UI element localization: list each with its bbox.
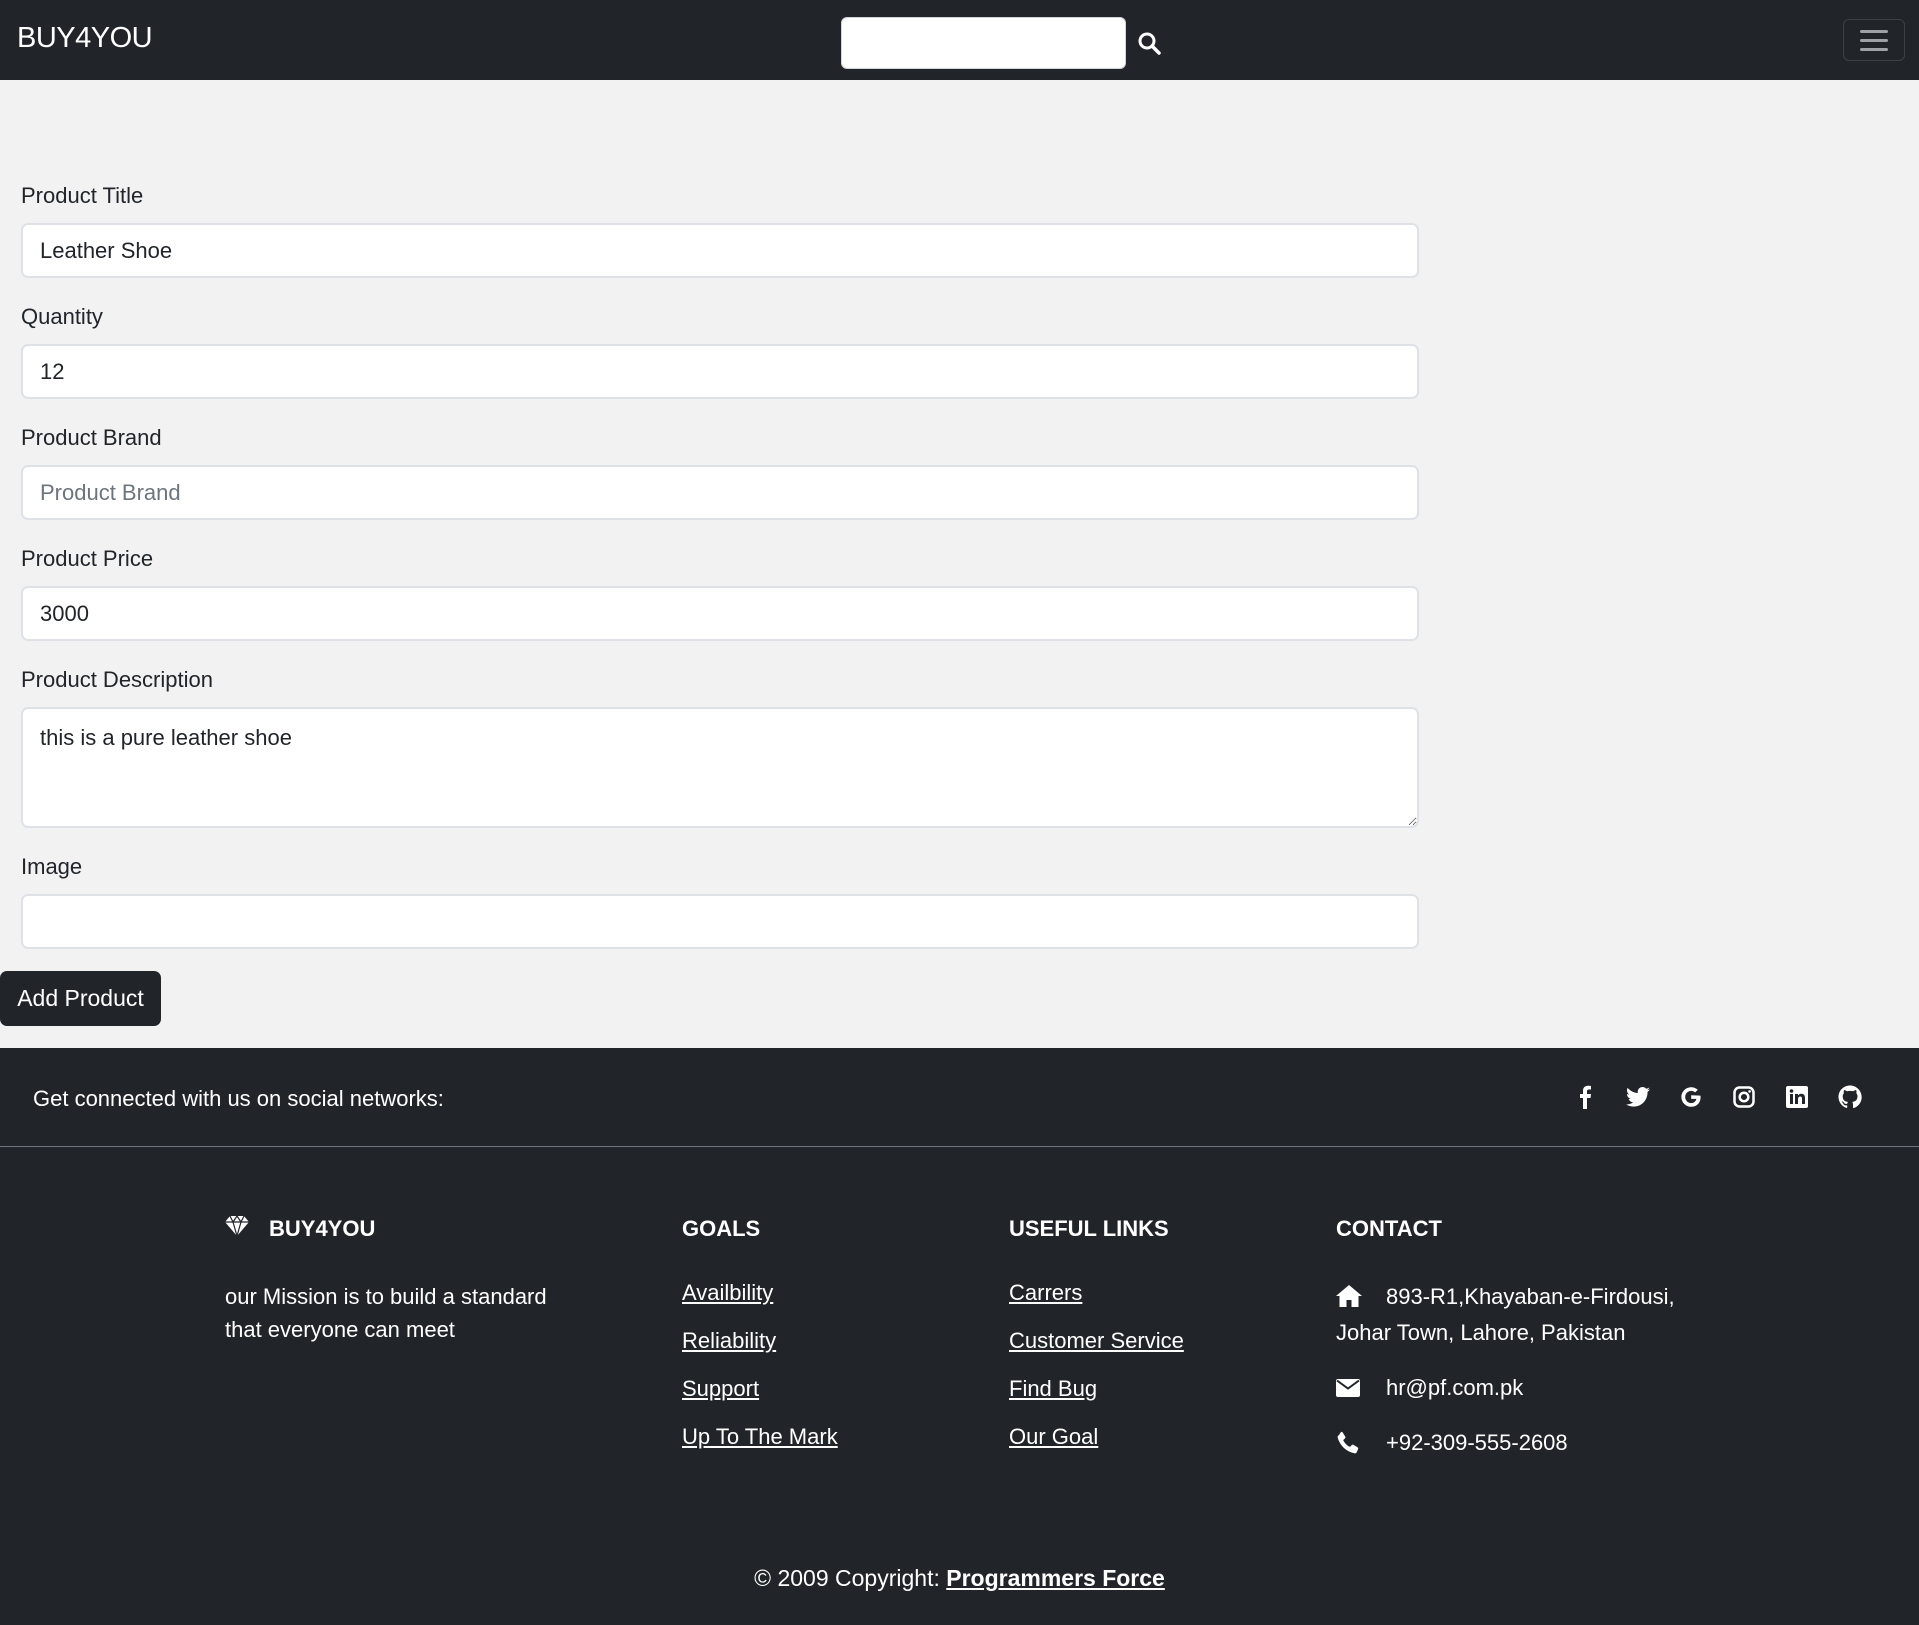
phone-icon [1336,1426,1362,1459]
goals-link-availbility[interactable]: Availbility [682,1280,932,1306]
product-description-label: Product Description [21,667,213,692]
linkedin-icon[interactable] [1784,1084,1809,1109]
copyright: © 2009 Copyright: Programmers Force [0,1565,1919,1592]
navbar-brand[interactable]: BUY4YOU [17,22,153,55]
social-icons [1572,1084,1862,1109]
social-text: Get connected with us on social networks… [33,1086,444,1111]
search-icon[interactable] [1133,27,1165,59]
hamburger-icon [1860,29,1888,33]
useful-link-customer-service[interactable]: Customer Service [1009,1328,1259,1354]
social-bar: Get connected with us on social networks… [0,1048,1919,1147]
product-price-input[interactable] [21,586,1419,641]
contact-address: 893-R1,Khayaban-e-Firdousi, Johar Town, … [1336,1283,1675,1345]
footer-goals-heading: GOALS [682,1216,761,1241]
goals-link-reliability[interactable]: Reliability [682,1328,932,1354]
image-input[interactable] [21,894,1419,949]
twitter-icon[interactable] [1625,1084,1650,1109]
footer-contact-column: CONTACT 893-R1,Khayaban-e-Firdousi, Joha… [1336,1216,1696,1459]
product-title-input[interactable] [21,223,1419,278]
product-price-label: Product Price [21,546,154,571]
useful-link-find-bug[interactable]: Find Bug [1009,1376,1259,1402]
footer-about-heading: BUY4YOU [225,1214,585,1242]
facebook-icon[interactable] [1572,1084,1597,1109]
copyright-link[interactable]: Programmers Force [946,1565,1165,1591]
footer-about-text: our Mission is to build a standard that … [225,1284,547,1342]
home-icon [1336,1283,1362,1316]
footer-useful-links-column: USEFUL LINKS Carrers Customer Service Fi… [1009,1216,1259,1450]
goals-link-support[interactable]: Support [682,1376,932,1402]
quantity-input[interactable] [21,344,1419,399]
product-title-label: Product Title [21,183,144,208]
footer-about-column: BUY4YOU our Mission is to build a standa… [225,1214,585,1346]
goals-link-up-to-the-mark[interactable]: Up To The Mark [682,1424,932,1450]
footer-goals-column: GOALS Availbility Reliability Support Up… [682,1216,932,1450]
product-brand-label: Product Brand [21,425,162,450]
image-label: Image [21,854,83,879]
add-product-button[interactable]: Add Product [0,971,161,1026]
contact-phone: +92-309-555-2608 [1336,1426,1696,1459]
search-input[interactable] [841,17,1126,69]
footer: Get connected with us on social networks… [0,1048,1919,1625]
contact-email: hr@pf.com.pk [1336,1371,1696,1404]
copyright-text: © 2009 Copyright: [754,1565,947,1591]
envelope-icon [1336,1371,1362,1404]
github-icon[interactable] [1837,1084,1862,1109]
instagram-icon[interactable] [1731,1084,1756,1109]
quantity-label: Quantity [21,304,103,329]
navbar: BUY4YOU [0,0,1919,80]
product-description-textarea[interactable] [21,707,1419,828]
product-brand-input[interactable] [21,465,1419,520]
footer-contact-heading: CONTACT [1336,1216,1442,1241]
useful-link-our-goal[interactable]: Our Goal [1009,1424,1259,1450]
footer-useful-links-heading: USEFUL LINKS [1009,1216,1169,1241]
navbar-toggler-button[interactable] [1843,19,1905,61]
useful-link-carrers[interactable]: Carrers [1009,1280,1259,1306]
gem-icon [225,1214,249,1242]
google-icon[interactable] [1678,1084,1703,1109]
